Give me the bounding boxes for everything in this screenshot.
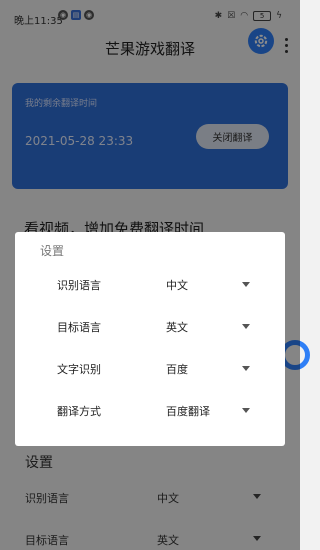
dialog-row-label: 文字识别	[57, 363, 101, 376]
dialog-row-recognize-language[interactable]: 识别语言 中文	[15, 275, 285, 295]
dialog-row-value: 百度	[166, 363, 188, 376]
dropdown-arrow-icon	[242, 366, 250, 371]
dialog-row-text-recognition[interactable]: 文字识别 百度	[15, 359, 285, 379]
dialog-row-value: 英文	[166, 321, 188, 334]
dropdown-arrow-icon	[242, 324, 250, 329]
dialog-row-target-language[interactable]: 目标语言 英文	[15, 317, 285, 337]
settings-dialog: 设置 识别语言 中文 目标语言 英文 文字识别 百度 翻译方式 百度翻译	[15, 232, 285, 446]
dialog-row-label: 识别语言	[57, 279, 101, 292]
dialog-row-translation-method[interactable]: 翻译方式 百度翻译	[15, 401, 285, 421]
dropdown-arrow-icon	[242, 408, 250, 413]
dialog-row-label: 翻译方式	[57, 405, 101, 418]
dialog-row-value: 中文	[166, 279, 188, 292]
dropdown-arrow-icon	[242, 282, 250, 287]
dialog-row-value: 百度翻译	[166, 405, 210, 418]
dialog-title: 设置	[40, 244, 65, 258]
dialog-row-label: 目标语言	[57, 321, 101, 334]
